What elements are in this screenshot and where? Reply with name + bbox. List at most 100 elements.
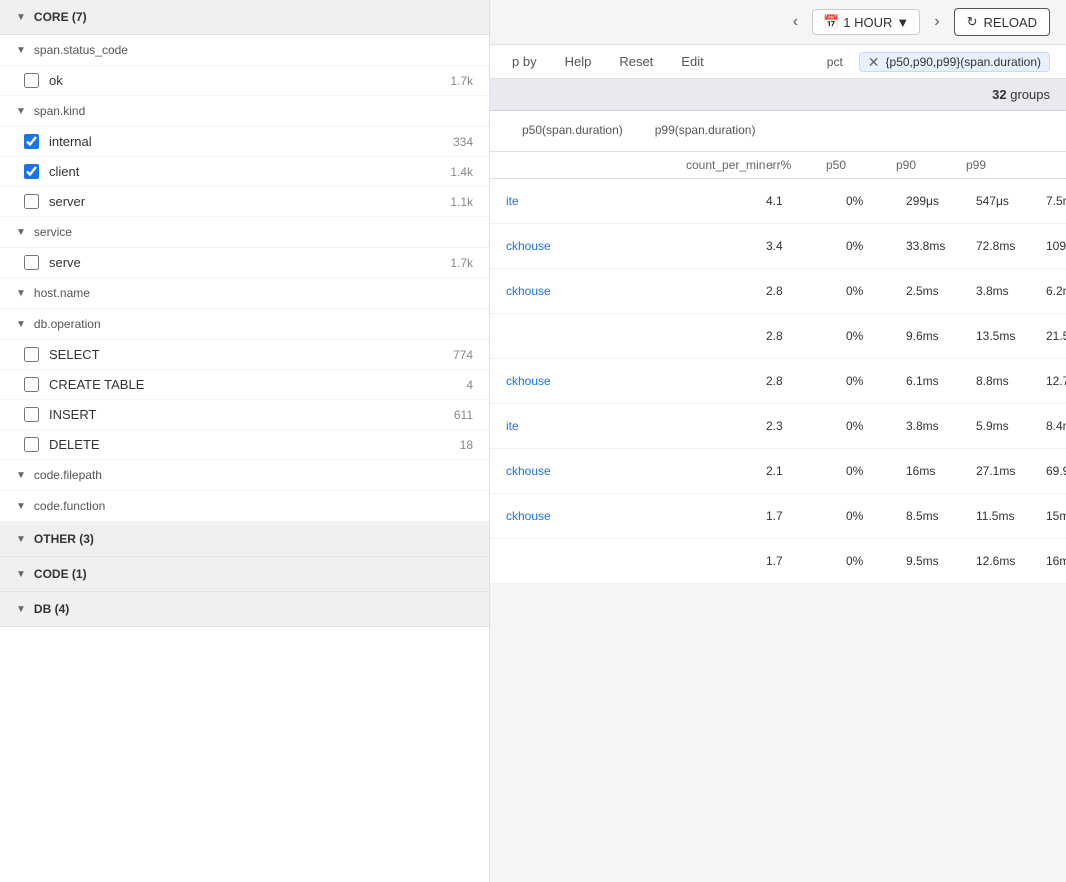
row-name[interactable]: ckhouse	[506, 284, 686, 298]
edit-button[interactable]: Edit	[675, 51, 709, 72]
tab-p99[interactable]: p99(span.duration)	[639, 117, 772, 145]
row-count-per-min: 2.8	[766, 329, 846, 343]
time-selector[interactable]: 📅 1 HOUR ▼	[812, 9, 920, 35]
checkbox-insert[interactable]	[24, 407, 39, 422]
help-button[interactable]: Help	[559, 51, 598, 72]
row-name[interactable]: ite	[506, 419, 686, 433]
row-p90: 3.8ms	[976, 284, 1046, 298]
checkbox-client[interactable]	[24, 164, 39, 179]
reset-label: Reset	[619, 54, 653, 69]
table-row: ckhouse 2.8 0% 2.5ms 3.8ms 6.2ms ≡ ▾	[490, 269, 1066, 314]
row-err-pct: 0%	[846, 329, 906, 343]
row-sparkline	[686, 322, 766, 350]
tab-p50-label: p50(span.duration)	[522, 123, 623, 137]
section-core[interactable]: ▼ CORE (7)	[0, 0, 489, 35]
table-row: ckhouse 1.7 0% 8.5ms 11.5ms 15ms ≡ ▾	[490, 494, 1066, 539]
chevron-down-icon: ▼	[16, 227, 26, 238]
chevron-down-icon: ▼	[16, 319, 26, 330]
col-count-per-min[interactable]: count_per_min ↓	[686, 158, 766, 172]
row-err-pct: 0%	[846, 374, 906, 388]
filter-item-create-table: CREATE TABLE 4	[0, 370, 489, 400]
reset-button[interactable]: Reset	[613, 51, 659, 72]
filter-tag: ✕ {p50,p90,p99}(span.duration)	[859, 52, 1050, 72]
row-sparkline	[686, 232, 766, 260]
next-button[interactable]: ›	[928, 9, 945, 35]
section-code[interactable]: ▼ CODE (1)	[0, 557, 489, 592]
row-name[interactable]: ckhouse	[506, 464, 686, 478]
subsection-code-function[interactable]: ▼ code.function	[0, 491, 489, 522]
row-sparkline	[686, 367, 766, 395]
row-sparkline	[686, 187, 766, 215]
row-count-per-min: 4.1	[766, 194, 846, 208]
row-p99: 109ms	[1046, 239, 1066, 253]
subsection-span-status-code[interactable]: ▼ span.status_code	[0, 35, 489, 66]
checkbox-internal[interactable]	[24, 134, 39, 149]
section-other[interactable]: ▼ OTHER (3)	[0, 522, 489, 557]
group-by-button[interactable]: p by	[506, 51, 543, 72]
subsection-span-kind[interactable]: ▼ span.kind	[0, 96, 489, 127]
row-err-pct: 0%	[846, 419, 906, 433]
subsection-code-filepath[interactable]: ▼ code.filepath	[0, 460, 489, 491]
row-count-per-min: 2.1	[766, 464, 846, 478]
filter-tag-text: {p50,p90,p99}(span.duration)	[886, 55, 1041, 69]
col-err-pct: err%	[766, 158, 826, 172]
tab-p50[interactable]: p50(span.duration)	[506, 117, 639, 145]
chevron-down-icon: ▼	[16, 288, 26, 299]
row-name[interactable]: ckhouse	[506, 374, 686, 388]
row-err-pct: 0%	[846, 509, 906, 523]
col-p50: p50	[826, 158, 896, 172]
reload-label: RELOAD	[984, 15, 1037, 30]
filter-label: server	[49, 194, 450, 209]
col-name	[506, 158, 686, 172]
reload-icon: ↻	[967, 14, 978, 30]
chevron-down-icon: ▼	[16, 45, 26, 56]
checkbox-server[interactable]	[24, 194, 39, 209]
row-count-per-min: 2.8	[766, 284, 846, 298]
row-count-per-min: 1.7	[766, 554, 846, 568]
subsection-label: span.kind	[34, 104, 85, 118]
checkbox-serve[interactable]	[24, 255, 39, 270]
prev-button[interactable]: ‹	[787, 9, 804, 35]
row-sparkline	[686, 547, 766, 575]
filter-label: DELETE	[49, 437, 460, 452]
row-p90: 5.9ms	[976, 419, 1046, 433]
row-name[interactable]: ckhouse	[506, 239, 686, 253]
subsection-service[interactable]: ▼ service	[0, 217, 489, 248]
filter-count: 1.1k	[450, 195, 473, 209]
filter-remove-button[interactable]: ✕	[868, 55, 880, 69]
subsection-host-name[interactable]: ▼ host.name	[0, 278, 489, 309]
filter-label: CREATE TABLE	[49, 377, 466, 392]
edit-label: Edit	[681, 54, 703, 69]
row-name[interactable]: ckhouse	[506, 509, 686, 523]
subsection-db-operation[interactable]: ▼ db.operation	[0, 309, 489, 340]
row-p50: 9.6ms	[906, 329, 976, 343]
checkbox-delete[interactable]	[24, 437, 39, 452]
row-p90: 11.5ms	[976, 509, 1046, 523]
filter-item-delete: DELETE 18	[0, 430, 489, 460]
subsection-label: span.status_code	[34, 43, 128, 57]
checkbox-create-table[interactable]	[24, 377, 39, 392]
row-err-pct: 0%	[846, 284, 906, 298]
top-bar: ‹ 📅 1 HOUR ▼ › ↻ RELOAD	[490, 0, 1066, 45]
section-code-label: CODE (1)	[34, 567, 87, 581]
filter-label: ok	[49, 73, 450, 88]
group-by-label: p by	[512, 54, 537, 69]
row-p50: 2.5ms	[906, 284, 976, 298]
checkbox-select[interactable]	[24, 347, 39, 362]
row-p90: 12.6ms	[976, 554, 1046, 568]
filter-count: 1.7k	[450, 74, 473, 88]
row-p50: 299μs	[906, 194, 976, 208]
table-row: 1.7 0% 9.5ms 12.6ms 16ms ≡ ▾	[490, 539, 1066, 584]
row-sparkline	[686, 502, 766, 530]
section-db[interactable]: ▼ DB (4)	[0, 592, 489, 627]
subsection-label: code.function	[34, 499, 105, 513]
toolbar-row: p by Help Reset Edit pct ✕ {p50,p90,p99}…	[490, 45, 1066, 79]
tabs-row: p50(span.duration) p99(span.duration)	[490, 111, 1066, 152]
chevron-down-icon: ▼	[16, 470, 26, 481]
subsection-label: code.filepath	[34, 468, 102, 482]
row-name[interactable]: ite	[506, 194, 686, 208]
filter-count: 611	[454, 408, 473, 422]
checkbox-ok[interactable]	[24, 73, 39, 88]
row-p90: 72.8ms	[976, 239, 1046, 253]
reload-button[interactable]: ↻ RELOAD	[954, 8, 1050, 36]
